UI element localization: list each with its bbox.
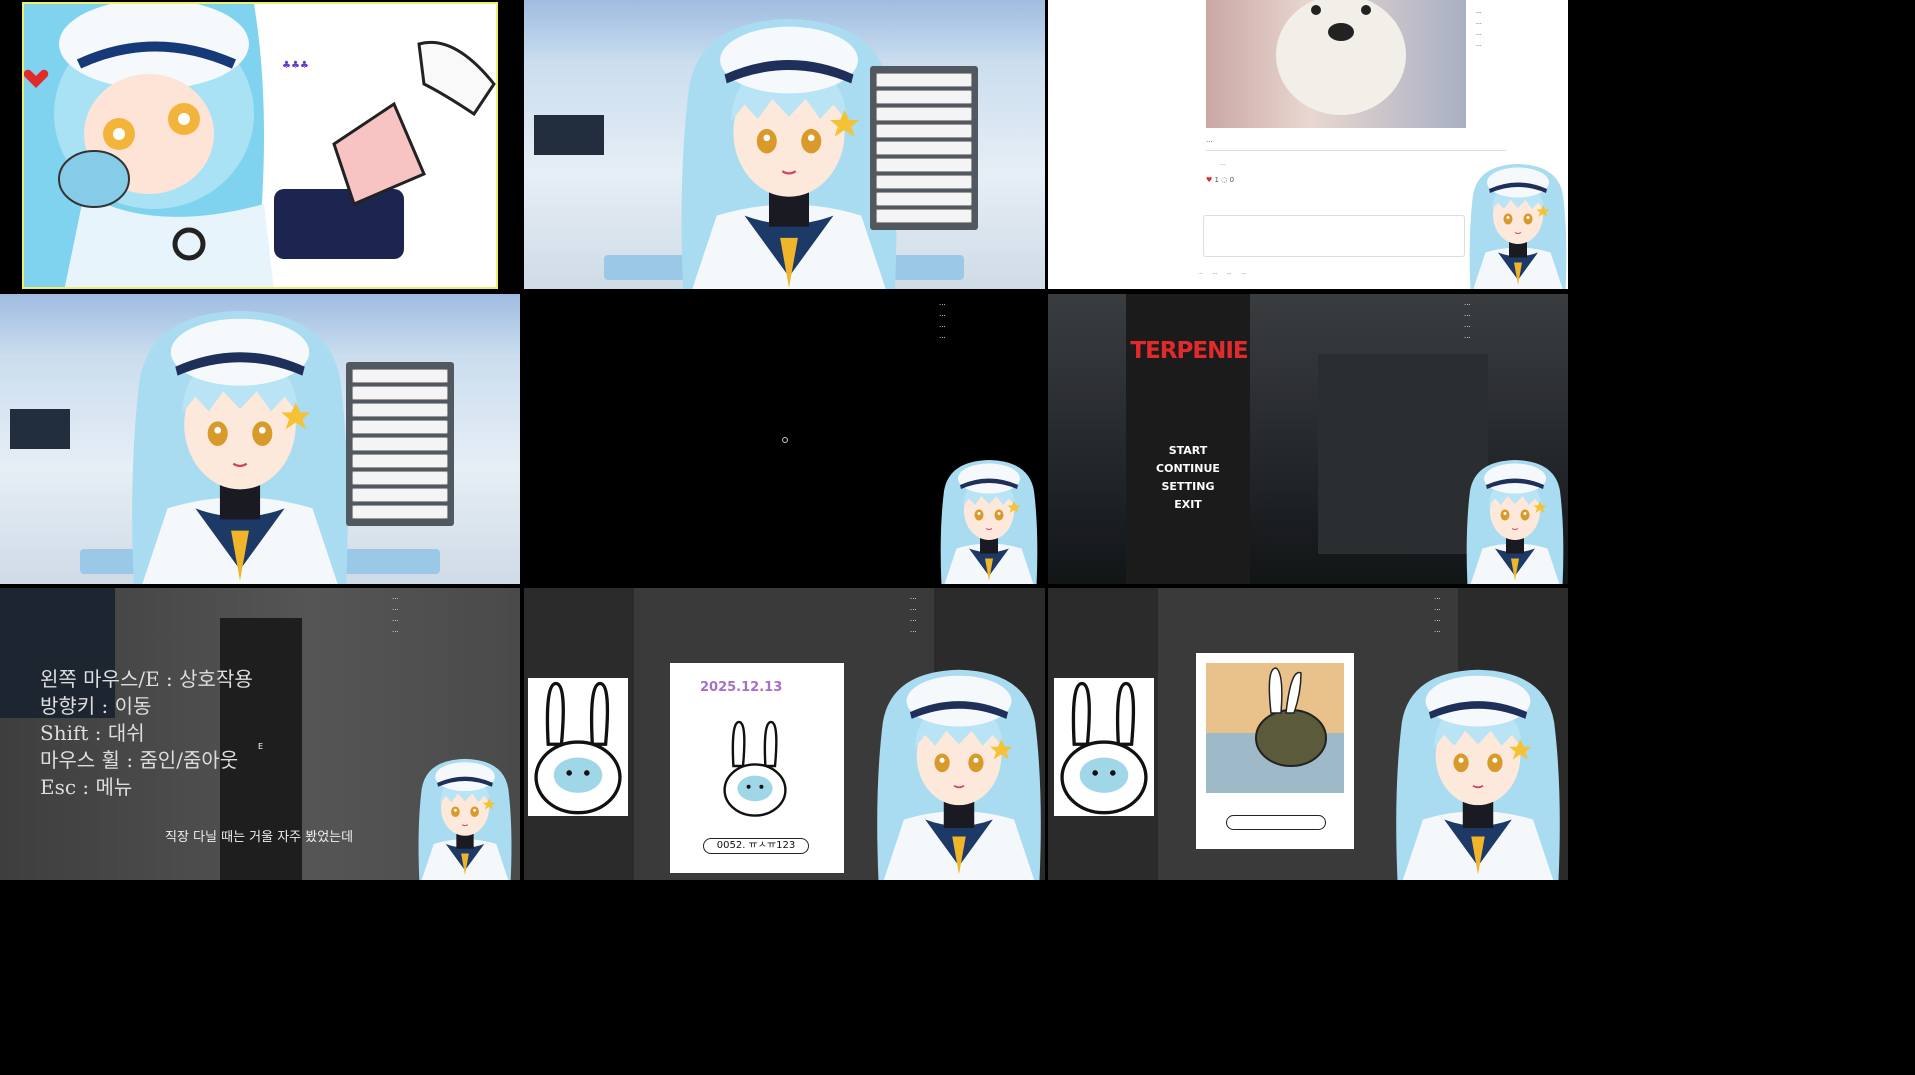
comment-box[interactable] (1203, 215, 1465, 257)
chat-item (876, 124, 972, 138)
bunny-reference (528, 678, 628, 816)
setting-button[interactable]: SETTING (1148, 480, 1228, 493)
chat-item (876, 175, 972, 189)
vtuber-avatar (1469, 163, 1567, 289)
drawing-canvas[interactable] (1196, 653, 1354, 849)
chat-item (876, 192, 972, 206)
chat-item (352, 505, 448, 519)
controls-list: 왼쪽 마우스/E : 상호작용 방향키 : 이동 Shift : 대쉬 마우스 … (40, 667, 253, 799)
bunny-reference (1054, 678, 1154, 816)
stream-notes: ... ... ... ... (939, 299, 946, 340)
post-caption: ... (1206, 136, 1213, 144)
stream-notes: ... ... ... ... (392, 593, 399, 634)
footer-buttons: ... ... ... ... (1198, 270, 1246, 276)
name-tag: 0052. ㅠㅅㅠ123 (703, 838, 809, 854)
chat-item (352, 454, 448, 468)
blog-post-panel: ... ... ... ... ... ... ♥ 1 ◌ 0 ... ... … (1048, 0, 1568, 289)
vtuber-avatar (131, 309, 349, 584)
chat-item (352, 369, 448, 383)
vtuber-room-panel-bottom (0, 294, 520, 584)
drawing-panel-right: ... ... ... ... (1048, 588, 1568, 880)
turtle-bunny-drawing (1206, 663, 1344, 793)
drawing-panel-left: 2025.12.13 0052. ㅠㅅㅠ123 ... ... ... ... (524, 588, 1045, 880)
game-menu: START CONTINUE SETTING EXIT (1148, 444, 1228, 511)
stream-notes: ... ... ... ... (910, 593, 917, 634)
comment-icon[interactable]: ◌ (1221, 176, 1227, 184)
footer-button-2[interactable]: ... (1212, 270, 1217, 276)
footer-button-1[interactable]: ... (1198, 270, 1203, 276)
chat-item (352, 488, 448, 502)
black-screen-panel: ... ... ... ... (524, 294, 1045, 584)
chat-item (876, 209, 972, 223)
side-notes: ... ... ... ... (1476, 8, 1482, 48)
vtuber-avatar (418, 758, 512, 880)
game-title: TERPENIE (1130, 338, 1248, 364)
vtuber-avatar (1395, 668, 1561, 880)
vtuber-avatar (876, 668, 1042, 880)
monitor (534, 115, 604, 155)
chat-item (352, 386, 448, 400)
comment-user[interactable]: ... (1220, 160, 1226, 167)
divider (1206, 150, 1506, 151)
drawing-canvas[interactable]: 2025.12.13 0052. ㅠㅅㅠ123 (670, 663, 844, 873)
monitor (10, 409, 70, 449)
chibi-illustration (24, 4, 496, 287)
dog-photo[interactable] (1206, 0, 1466, 128)
footer-button-4[interactable]: ... (1241, 270, 1246, 276)
game-title-panel: TERPENIE START CONTINUE SETTING EXIT ...… (1048, 294, 1568, 584)
chat-item (876, 90, 972, 104)
cursor-dot (782, 437, 788, 443)
footer-button-3[interactable]: ... (1227, 270, 1232, 276)
vtuber-avatar (1466, 459, 1564, 584)
interact-key: E (258, 742, 264, 751)
chat-overlay (870, 66, 978, 230)
chat-item (352, 403, 448, 417)
name-tag-empty[interactable] (1226, 815, 1326, 830)
chat-item (876, 107, 972, 121)
vtuber-avatar (940, 459, 1038, 584)
vtuber-room-panel-top (524, 0, 1045, 289)
like-count: 1 (1214, 176, 1219, 184)
exit-button[interactable]: EXIT (1148, 498, 1228, 511)
decorative-text: ♣♣♣ (282, 60, 309, 71)
illustration-panel: ♣♣♣ (22, 2, 498, 289)
chat-item (352, 471, 448, 485)
game-controls-panel: E 왼쪽 마우스/E : 상호작용 방향키 : 이동 Shift : 대쉬 마우… (0, 588, 520, 880)
chat-item (876, 73, 972, 87)
chat-item (352, 420, 448, 434)
stream-notes: ... ... ... ... (1464, 299, 1471, 340)
chat-item (352, 437, 448, 451)
chat-item (876, 158, 972, 172)
subtitle: 직장 다닐 때는 거울 자주 봤었는데 (165, 830, 354, 845)
chat-item (876, 141, 972, 155)
comment-count: 0 (1229, 176, 1235, 184)
stamp-text: 2025.12.13 (700, 680, 783, 695)
start-button[interactable]: START (1148, 444, 1228, 457)
heart-icon[interactable]: ♥ (1206, 176, 1212, 184)
stream-notes: ... ... ... ... (1434, 593, 1441, 634)
continue-button[interactable]: CONTINUE (1148, 462, 1228, 475)
reaction-row: ♥ 1 ◌ 0 (1206, 176, 1234, 184)
chat-overlay (346, 362, 454, 526)
